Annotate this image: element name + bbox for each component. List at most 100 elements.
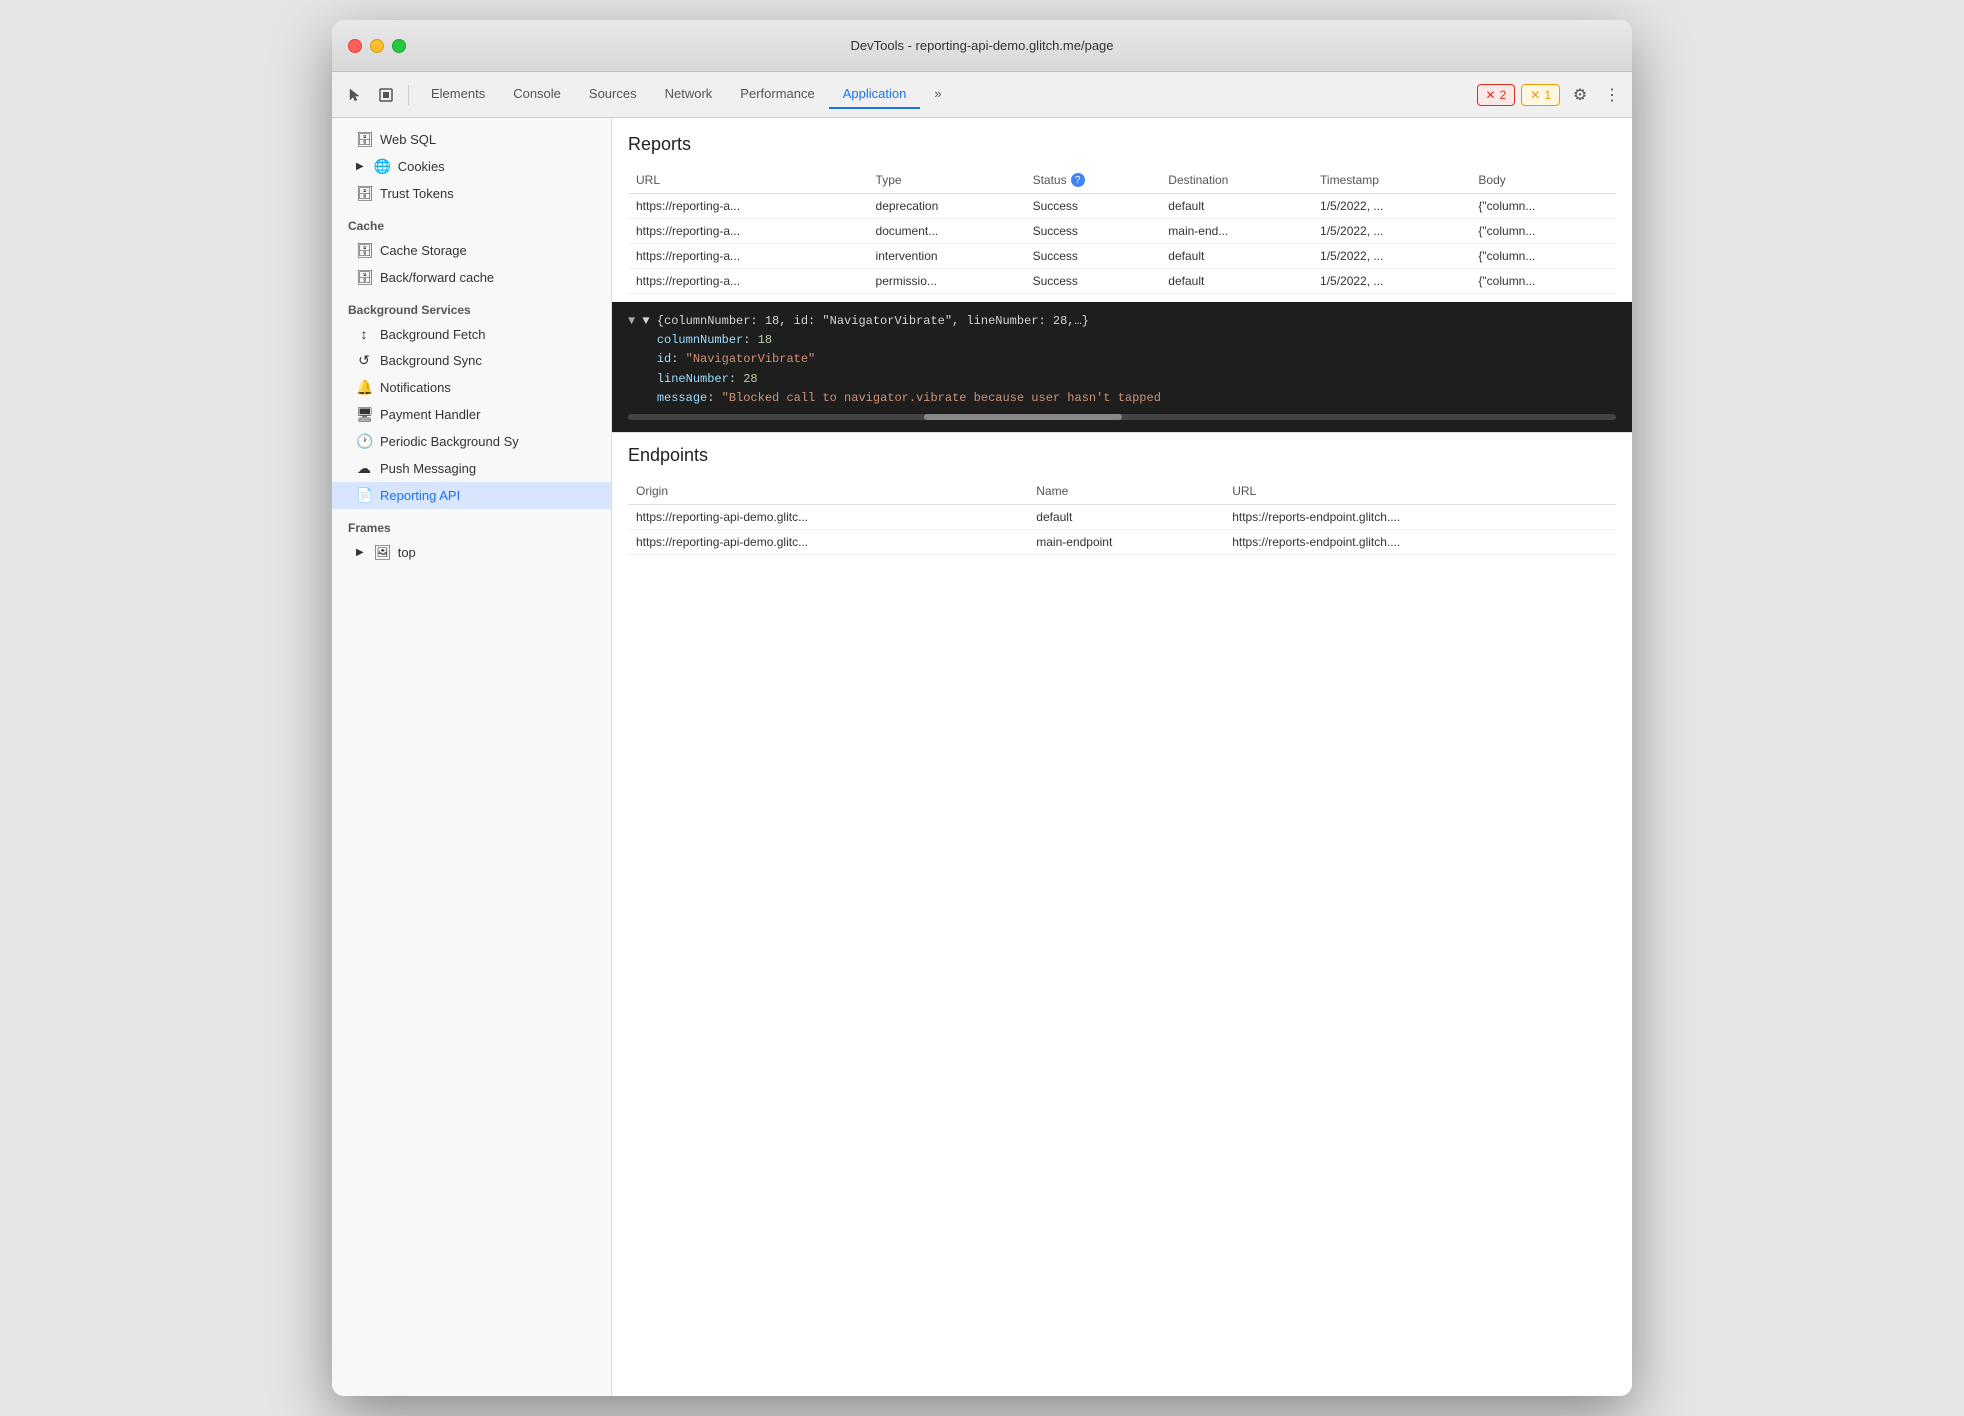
cell-destination: default [1160,269,1312,294]
help-icon[interactable]: ? [1071,173,1085,187]
json-collapse-arrow[interactable]: ▼ [628,314,642,328]
toolbar-tabs: Elements Console Sources Network Perform… [417,80,1473,109]
toolbar-separator [408,85,409,105]
cell-timestamp: 1/5/2022, ... [1312,194,1470,219]
sidebar-item-label: Background Sync [380,353,482,368]
cursor-icon-btn[interactable] [340,81,368,109]
json-scrollbar-thumb[interactable] [924,414,1122,420]
sidebar-item-frames-top[interactable]: ▶ 🖼 top [332,539,611,566]
more-options-btn[interactable]: ⋮ [1600,81,1624,109]
traffic-lights [348,39,406,53]
sidebar-item-label: Cache Storage [380,243,467,258]
sidebar-item-web-sql[interactable]: 🗄 Web SQL [332,126,611,153]
maximize-button[interactable] [392,39,406,53]
json-header-line: ▼ ▼ {columnNumber: 18, id: "NavigatorVib… [628,312,1616,331]
toolbar-right: ✕ 2 ✕ 1 ⚙ ⋮ [1477,81,1625,109]
payment-icon: 🖥 [356,406,372,423]
tab-network[interactable]: Network [651,80,727,109]
reports-table-header-row: URL Type Status ? Destination Timestamp [628,167,1616,194]
json-key: message [657,391,707,405]
sidebar-item-label: Web SQL [380,132,436,147]
cell-destination: default [1160,244,1312,269]
inspect-icon-btn[interactable] [372,81,400,109]
main-layout: 🗄 Web SQL ▶ 🌐 Cookies 🗄 Trust Tokens Cac… [332,118,1632,1396]
sidebar-item-label: Payment Handler [380,407,480,422]
col-url: URL [628,167,868,194]
sidebar-item-reporting-api[interactable]: 📄 Reporting API [332,482,611,509]
json-value: 28 [743,372,757,386]
tab-more[interactable]: » [920,80,955,109]
sidebar-item-back-forward-cache[interactable]: 🗄 Back/forward cache [332,264,611,291]
warn-badge-button[interactable]: ✕ 1 [1521,84,1560,106]
close-button[interactable] [348,39,362,53]
database-icon: 🗄 [356,269,372,286]
cell-status: Success [1025,244,1161,269]
sidebar-item-label: Trust Tokens [380,186,454,201]
frames-section-header: Frames [332,509,611,539]
sidebar-item-notifications[interactable]: 🔔 Notifications [332,374,611,401]
toolbar: Elements Console Sources Network Perform… [332,72,1632,118]
table-row[interactable]: https://reporting-a... deprecation Succe… [628,194,1616,219]
fetch-icon: ↕ [356,326,372,342]
col-type: Type [868,167,1025,194]
cell-name: default [1028,505,1224,530]
tab-sources[interactable]: Sources [575,80,651,109]
sidebar-item-background-sync[interactable]: ↺ Background Sync [332,347,611,374]
sidebar-item-cookies[interactable]: ▶ 🌐 Cookies [332,153,611,180]
cache-section-header: Cache [332,207,611,237]
json-line-1: columnNumber: 18 [628,331,1616,350]
sidebar-item-label: Background Fetch [380,327,486,342]
table-row[interactable]: https://reporting-a... permissio... Succ… [628,269,1616,294]
arrow-icon: ▶ [356,547,364,558]
sidebar-item-label: top [398,545,416,560]
settings-icon-btn[interactable]: ⚙ [1566,81,1594,109]
endpoints-table-body: https://reporting-api-demo.glitc... defa… [628,505,1616,555]
table-row[interactable]: https://reporting-a... document... Succe… [628,219,1616,244]
cell-timestamp: 1/5/2022, ... [1312,269,1470,294]
table-row[interactable]: https://reporting-api-demo.glitc... defa… [628,505,1616,530]
error-count: 2 [1500,88,1507,102]
cell-status: Success [1025,219,1161,244]
tab-console[interactable]: Console [499,80,575,109]
endpoints-table: Origin Name URL https://reporting-api-de… [628,478,1616,555]
cell-body: {"column... [1470,269,1616,294]
error-badge-button[interactable]: ✕ 2 [1477,84,1516,106]
document-icon: 📄 [356,487,372,504]
table-row[interactable]: https://reporting-a... intervention Succ… [628,244,1616,269]
json-viewer: ▼ ▼ {columnNumber: 18, id: "NavigatorVib… [612,302,1632,432]
cell-url: https://reporting-a... [628,219,868,244]
cell-status: Success [1025,194,1161,219]
main-content: Reports URL Type Status ? [612,118,1632,1396]
cell-body: {"column... [1470,244,1616,269]
content-scroll-area[interactable]: Reports URL Type Status ? [612,118,1632,1396]
cell-destination: main-end... [1160,219,1312,244]
json-horizontal-scrollbar[interactable] [628,414,1616,420]
table-row[interactable]: https://reporting-api-demo.glitc... main… [628,530,1616,555]
tab-elements[interactable]: Elements [417,80,499,109]
json-line-3: lineNumber: 28 [628,370,1616,389]
endpoints-header-row: Origin Name URL [628,478,1616,505]
minimize-button[interactable] [370,39,384,53]
sidebar-item-payment-handler[interactable]: 🖥 Payment Handler [332,401,611,428]
cell-origin: https://reporting-api-demo.glitc... [628,530,1028,555]
tab-performance[interactable]: Performance [726,80,828,109]
json-line-2: id: "NavigatorVibrate" [628,350,1616,369]
sidebar-item-cache-storage[interactable]: 🗄 Cache Storage [332,237,611,264]
json-key: columnNumber [657,333,743,347]
json-value: "Blocked call to navigator.vibrate becau… [722,391,1161,405]
arrow-icon: ▶ [356,161,364,172]
json-line-4: message: "Blocked call to navigator.vibr… [628,389,1616,408]
cloud-icon: ☁ [356,460,372,477]
sidebar-item-periodic-background-sync[interactable]: 🕐 Periodic Background Sy [332,428,611,455]
col-status: Status ? [1025,167,1161,194]
sidebar-item-label: Notifications [380,380,451,395]
sidebar-item-push-messaging[interactable]: ☁ Push Messaging [332,455,611,482]
cell-origin: https://reporting-api-demo.glitc... [628,505,1028,530]
tab-application[interactable]: Application [829,80,921,109]
cell-type: permissio... [868,269,1025,294]
reports-table: URL Type Status ? Destination Timestamp [628,167,1616,294]
sidebar-item-background-fetch[interactable]: ↕ Background Fetch [332,321,611,347]
cell-url: https://reports-endpoint.glitch.... [1224,530,1616,555]
reports-section: Reports URL Type Status ? [612,118,1632,302]
sidebar-item-trust-tokens[interactable]: 🗄 Trust Tokens [332,180,611,207]
